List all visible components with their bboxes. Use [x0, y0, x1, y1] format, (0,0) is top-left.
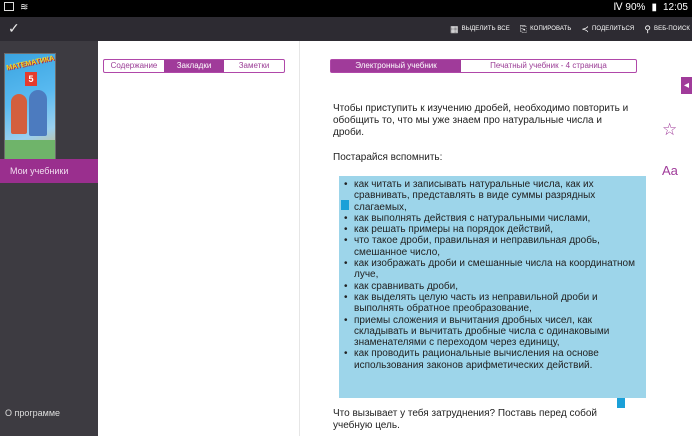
confirm-selection-button[interactable]: ✓: [8, 20, 20, 37]
reader-mode-tabs: Электронный учебник Печатный учебник - 4…: [330, 59, 637, 73]
gallery-icon: [4, 2, 14, 11]
select-all-icon: ▦: [449, 23, 459, 34]
sidebar: МАТЕМАТИКА 5 Мои учебники О программе: [0, 41, 98, 436]
select-all-label: выделить все: [461, 26, 510, 32]
list-item: как выделять целую часть из неправильной…: [341, 292, 646, 315]
question-paragraph: Что вызывает у тебя затруднения? Поставь…: [333, 408, 598, 431]
textbook-content: Чтобы приступить к изучению дробей, необ…: [333, 103, 653, 163]
signal-indicator: Ⅳ 90%: [613, 2, 646, 13]
remember-heading: Постарайся вспомнить:: [333, 152, 443, 163]
list-item: как проводить рациональные вычисления на…: [341, 348, 646, 371]
panel-divider: [299, 41, 300, 436]
selection-end-handle[interactable]: [617, 398, 625, 408]
clock: 12:05: [662, 2, 688, 13]
list-item: как читать и записывать натуральные числ…: [341, 179, 646, 213]
tab-print-textbook[interactable]: Печатный учебник - 4 страница: [461, 60, 636, 72]
selection-action-bar: ✓ ▦ выделить все ⎘ копировать ≺ поделить…: [0, 17, 692, 41]
bookmark-star-icon[interactable]: ☆: [662, 120, 677, 140]
search-icon: ⚲: [644, 23, 652, 34]
battery-icon: ▮: [651, 2, 657, 13]
selection-start-handle[interactable]: [341, 200, 349, 210]
list-item: что такое дроби, правильная и неправильн…: [341, 235, 646, 258]
topics-list[interactable]: как читать и записывать натуральные числ…: [341, 179, 646, 371]
tab-contents[interactable]: Содержание: [104, 60, 164, 72]
list-item: как изображать дроби и смешанные числа н…: [341, 258, 646, 281]
sidebar-item-my-books[interactable]: Мои учебники: [0, 159, 98, 183]
share-button[interactable]: ≺ поделиться: [581, 24, 634, 35]
list-item: как выполнять действия с натуральными чи…: [341, 213, 646, 225]
tab-notes[interactable]: Заметки: [224, 60, 284, 72]
sidebar-item-about[interactable]: О программе: [5, 408, 60, 418]
copy-label: копировать: [530, 26, 572, 32]
list-item: приемы сложения и вычитания дробных чисе…: [341, 315, 646, 349]
tab-bookmarks[interactable]: Закладки: [164, 60, 224, 72]
copy-icon: ⎘: [519, 23, 528, 34]
web-search-label: веб-поиск: [654, 26, 690, 32]
collapse-panel-button[interactable]: ◂: [681, 77, 692, 94]
font-size-button[interactable]: Aa: [662, 163, 678, 178]
book-cover[interactable]: МАТЕМАТИКА 5: [4, 53, 56, 167]
web-search-button[interactable]: ⚲ веб-поиск: [644, 24, 690, 35]
tab-electronic-textbook[interactable]: Электронный учебник: [331, 60, 461, 72]
intro-paragraph: Чтобы приступить к изучению дробей, необ…: [333, 103, 629, 138]
cover-illustration: [29, 90, 47, 136]
left-panel-tabs: Содержание Закладки Заметки: [103, 59, 285, 73]
list-item: как сравнивать дроби,: [341, 281, 646, 293]
share-label: поделиться: [592, 26, 635, 32]
copy-button[interactable]: ⎘ копировать: [520, 24, 572, 35]
share-icon: ≺: [581, 23, 590, 34]
book-cover-grade: 5: [25, 72, 37, 86]
list-item: как решать примеры на порядок действий,: [341, 224, 646, 236]
status-bar: ≋ Ⅳ 90% ▮ 12:05: [0, 0, 692, 17]
select-all-button[interactable]: ▦ выделить все: [450, 24, 510, 35]
cover-illustration: [11, 94, 27, 134]
wifi-icon: ≋: [20, 2, 29, 13]
book-cover-title: МАТЕМАТИКА: [5, 55, 55, 72]
